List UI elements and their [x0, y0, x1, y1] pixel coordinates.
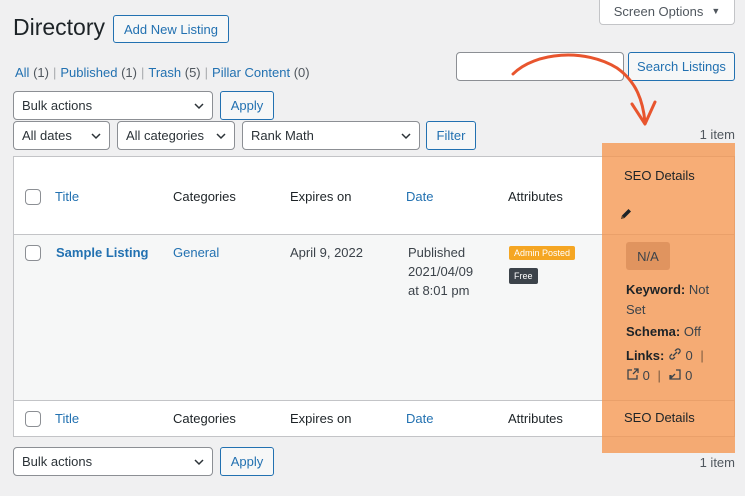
badge-admin-posted: Admin Posted [509, 244, 576, 260]
incoming-link-icon [668, 369, 681, 380]
column-attributes: Attributes [508, 189, 563, 204]
select-all-checkbox-bottom[interactable] [25, 411, 41, 427]
column-seo-details-footer: SEO Details [624, 410, 695, 425]
seo-schema: Schema: Off [626, 324, 701, 339]
column-expires-on: Expires on [290, 189, 352, 204]
apply-button-bottom[interactable]: Apply [220, 447, 274, 476]
add-new-listing-button[interactable]: Add New Listing [113, 15, 229, 43]
column-seo-details: SEO Details [624, 168, 695, 183]
external-link-icon [627, 368, 639, 380]
column-attributes-footer: Attributes [508, 411, 563, 426]
select-all-checkbox-top[interactable] [25, 189, 41, 205]
column-categories: Categories [173, 189, 236, 204]
screen-options-button[interactable]: Screen Options ▼ [599, 0, 735, 25]
screen-options-label: Screen Options [613, 3, 704, 19]
listing-title-link[interactable]: Sample Listing [56, 245, 148, 260]
column-date-sort[interactable]: Date [406, 189, 433, 204]
page-title: Directory [13, 14, 106, 40]
items-count-bottom: 1 item [699, 455, 735, 470]
seo-keyword: Keyword: Not Set [626, 282, 710, 317]
badge-free: Free [509, 267, 538, 284]
status-filter-links: All (1) | Published (1) | Trash (5) | Pillar C… [15, 65, 310, 80]
column-title-sort-footer[interactable]: Title [55, 411, 79, 426]
chevron-down-icon [91, 133, 101, 140]
categories-filter-select[interactable]: All categories [117, 121, 235, 150]
filter-published-link[interactable]: Published (1) [60, 65, 137, 80]
filter-trash-link[interactable]: Trash (5) [148, 65, 200, 80]
column-expires-on-footer: Expires on [290, 411, 352, 426]
column-categories-footer: Categories [173, 411, 236, 426]
bulk-actions-select-bottom[interactable]: Bulk actions [13, 447, 213, 476]
chevron-down-icon [194, 459, 204, 466]
apply-button-top[interactable]: Apply [220, 91, 274, 120]
dates-filter-select[interactable]: All dates [13, 121, 110, 150]
seo-links-more: 0 | 0 [626, 366, 692, 386]
filter-pillar-content-link[interactable]: Pillar Content (0) [212, 65, 310, 80]
listing-expires: April 9, 2022 [290, 245, 363, 260]
items-count-top: 1 item [699, 127, 735, 142]
filter-all-link[interactable]: All (1) [15, 65, 49, 80]
internal-link-icon [669, 348, 681, 360]
listing-date: Published 2021/04/09 at 8:01 pm [408, 245, 474, 298]
annotation-arrow-icon [511, 53, 657, 126]
listing-category-link[interactable]: General [173, 245, 219, 260]
seo-links: Links: 0 | [626, 348, 704, 363]
chevron-down-icon [216, 133, 226, 140]
column-title-sort[interactable]: Title [55, 189, 79, 204]
pencil-icon[interactable] [619, 207, 633, 221]
seo-score-badge: N/A [626, 242, 670, 270]
filter-button[interactable]: Filter [426, 121, 476, 150]
chevron-down-icon [194, 103, 204, 110]
column-date-sort-footer[interactable]: Date [406, 411, 433, 426]
bulk-actions-select-top[interactable]: Bulk actions [13, 91, 213, 120]
chevron-down-icon [401, 133, 411, 140]
row-checkbox[interactable] [25, 245, 41, 261]
rank-math-filter-select[interactable]: Rank Math [242, 121, 420, 150]
caret-down-icon: ▼ [711, 6, 721, 16]
